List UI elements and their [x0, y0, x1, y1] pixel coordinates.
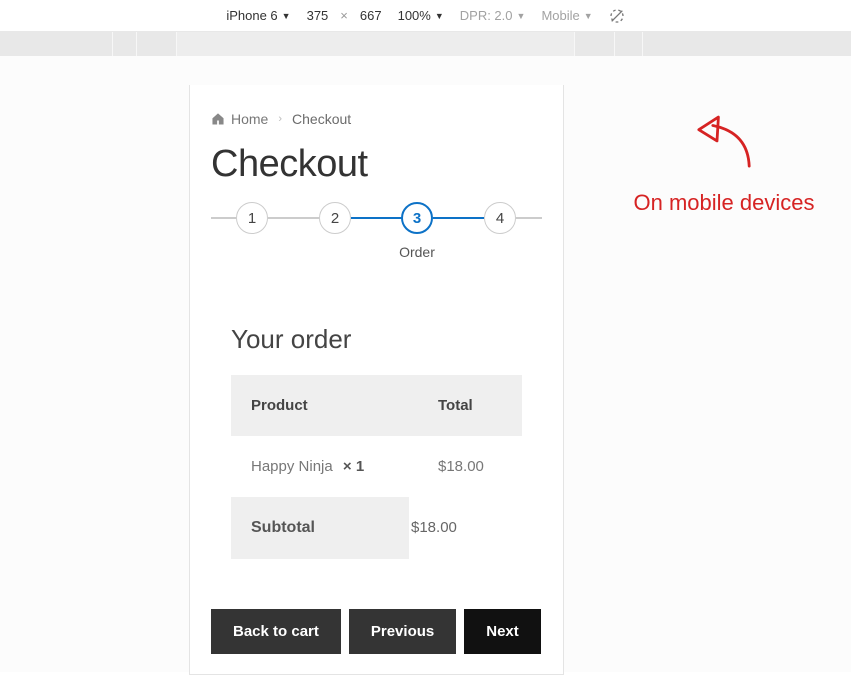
- col-total: Total: [436, 375, 522, 436]
- rotate-icon[interactable]: [609, 8, 625, 24]
- chevron-right-icon: ›: [278, 113, 282, 125]
- responsive-ruler: [0, 32, 851, 56]
- step-2-num: 2: [331, 210, 339, 227]
- item-total: $18.00: [436, 436, 522, 497]
- breadcrumb-current: Checkout: [292, 111, 351, 127]
- step-1-num: 1: [248, 210, 256, 227]
- next-button[interactable]: Next: [464, 609, 541, 654]
- throttle-value: Mobile: [541, 8, 579, 23]
- subtotal-label: Subtotal: [231, 497, 409, 559]
- checkout-nav-buttons: Back to cart Previous Next: [211, 609, 542, 654]
- dpr-value: DPR: 2.0: [460, 8, 513, 23]
- device-name: iPhone 6: [226, 8, 277, 23]
- step-4[interactable]: 4: [484, 202, 516, 234]
- height-value: 667: [360, 8, 382, 23]
- breadcrumb-home[interactable]: Home: [211, 111, 268, 127]
- caret-down-icon: ▼: [584, 11, 593, 21]
- back-to-cart-button[interactable]: Back to cart: [211, 609, 341, 654]
- device-viewport: Home › Checkout Checkout 1 2 3 4 Order Y…: [189, 85, 564, 675]
- caret-down-icon: ▼: [517, 11, 526, 21]
- annotation: On mobile devices: [594, 111, 851, 216]
- col-product: Product: [231, 375, 436, 436]
- step-1[interactable]: 1: [236, 202, 268, 234]
- devtools-bar: iPhone 6 ▼ 375 × 667 100% ▼ DPR: 2.0 ▼ M…: [0, 0, 851, 32]
- item-name: Happy Ninja: [251, 458, 333, 475]
- order-heading: Your order: [211, 324, 542, 355]
- caret-down-icon: ▼: [435, 11, 444, 21]
- dpr-select[interactable]: DPR: 2.0 ▼: [460, 8, 526, 23]
- previous-button[interactable]: Previous: [349, 609, 456, 654]
- zoom-value: 100%: [398, 8, 431, 23]
- order-item-row: Happy Ninja × 1 $18.00: [231, 436, 522, 497]
- item-qty: × 1: [343, 458, 364, 475]
- page-title: Checkout: [211, 143, 542, 186]
- breadcrumb: Home › Checkout: [211, 85, 542, 143]
- step-3[interactable]: 3: [401, 202, 433, 234]
- annotation-text: On mobile devices: [594, 190, 851, 216]
- dimensions[interactable]: 375 × 667: [307, 8, 382, 23]
- subtotal-row: Subtotal $18.00: [231, 497, 522, 559]
- checkout-stepper: 1 2 3 4: [211, 202, 542, 234]
- preview-canvas: Home › Checkout Checkout 1 2 3 4 Order Y…: [0, 56, 851, 672]
- step-2[interactable]: 2: [319, 202, 351, 234]
- zoom-select[interactable]: 100% ▼: [398, 8, 444, 23]
- device-select[interactable]: iPhone 6 ▼: [226, 8, 290, 23]
- dim-sep: ×: [340, 8, 348, 23]
- step-4-num: 4: [496, 210, 504, 227]
- active-step-label: Order: [389, 244, 445, 260]
- throttle-select[interactable]: Mobile ▼: [541, 8, 592, 23]
- step-3-num: 3: [413, 210, 421, 227]
- breadcrumb-home-label: Home: [231, 111, 268, 127]
- order-table: Product Total Happy Ninja × 1 $18.00 Sub…: [231, 375, 522, 559]
- subtotal-value: $18.00: [409, 497, 522, 559]
- curved-arrow-icon: [689, 111, 759, 175]
- width-value: 375: [307, 8, 329, 23]
- order-item-cell: Happy Ninja × 1: [231, 436, 436, 497]
- home-icon: [211, 112, 225, 126]
- order-header-row: Product Total: [231, 375, 522, 436]
- caret-down-icon: ▼: [282, 11, 291, 21]
